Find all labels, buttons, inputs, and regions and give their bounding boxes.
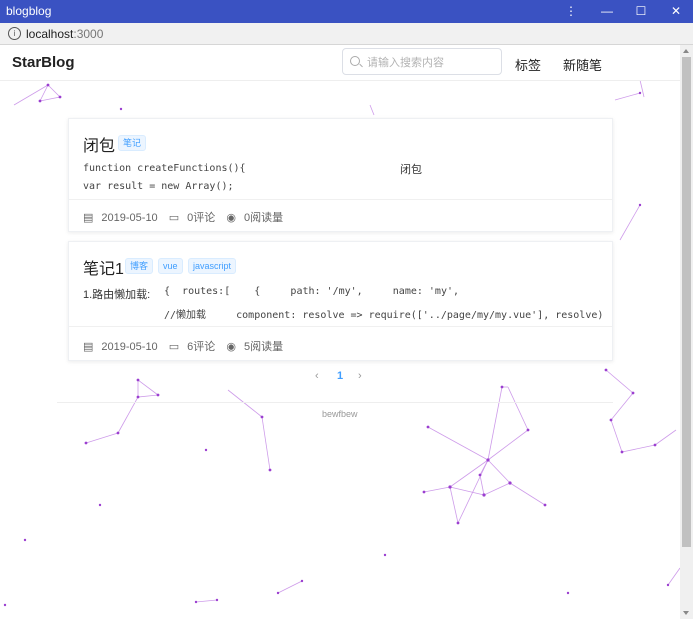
nav-new-post-link[interactable]: 新随笔 — [563, 55, 602, 74]
minimize-button[interactable]: — — [590, 0, 624, 23]
scroll-up-arrow-icon[interactable] — [683, 49, 689, 53]
post-comments: 6评论 — [187, 341, 216, 353]
pagination-next-button[interactable]: › — [358, 370, 362, 382]
calendar-icon: ▤ — [83, 212, 94, 224]
post-views: 0阅读量 — [243, 212, 284, 224]
eye-icon: ◉ — [226, 341, 236, 353]
post-excerpt-line: //懒加载 component: resolve => require(['..… — [164, 310, 604, 321]
post-meta: ▤ 2019-05-10 ▭ 0评论 ◉ 0阅读量 — [83, 209, 291, 225]
address-bar[interactable]: i localhost:3000 — [0, 23, 693, 45]
footer-divider — [57, 402, 613, 403]
scrollbar-thumb[interactable] — [682, 57, 691, 547]
post-tag[interactable]: vue — [158, 258, 183, 274]
info-icon[interactable]: i — [8, 27, 21, 40]
search-icon — [350, 56, 360, 66]
kebab-menu-icon[interactable]: ⋮ — [554, 0, 588, 23]
url-text[interactable]: localhost:3000 — [26, 27, 103, 41]
post-tag[interactable]: javascript — [188, 258, 237, 274]
footer-text: bewfbew — [322, 409, 358, 419]
site-header: StarBlog 标签 新随笔 — [0, 45, 680, 81]
pagination-prev-button[interactable]: ‹ — [315, 370, 319, 382]
close-button[interactable]: ✕ — [659, 0, 693, 23]
post-meta: ▤ 2019-05-10 ▭ 6评论 ◉ 5阅读量 — [83, 338, 291, 354]
site-brand[interactable]: StarBlog — [12, 54, 75, 71]
nav-tags-link[interactable]: 标签 — [515, 55, 541, 74]
scroll-down-arrow-icon[interactable] — [683, 611, 689, 615]
page-viewport: StarBlog 标签 新随笔 闭包 笔记 function createFun… — [0, 45, 680, 619]
url-host: localhost — [26, 27, 74, 41]
post-excerpt-line: var result = new Array(); — [83, 181, 234, 192]
url-port: :3000 — [73, 27, 104, 41]
post-views: 5阅读量 — [243, 341, 284, 353]
search-box[interactable] — [342, 48, 502, 75]
post-excerpt-heading: 闭包 — [400, 164, 422, 176]
window-title: blogblog — [6, 4, 52, 18]
post-card[interactable]: 笔记1 博客 vue javascript 1.路由懒加载: { routes:… — [68, 241, 613, 361]
post-tag[interactable]: 博客 — [125, 258, 154, 274]
window-titlebar: blogblog ⋮ — ☐ ✕ — [0, 0, 693, 23]
post-comments: 0评论 — [187, 212, 216, 224]
card-divider — [69, 326, 612, 327]
maximize-button[interactable]: ☐ — [624, 0, 658, 23]
post-title[interactable]: 闭包 — [83, 132, 115, 156]
post-tag[interactable]: 笔记 — [118, 135, 147, 151]
post-excerpt-label: 1.路由懒加载: — [83, 289, 151, 301]
pagination-page-1[interactable]: 1 — [337, 370, 343, 382]
eye-icon: ◉ — [226, 212, 236, 224]
search-input[interactable] — [365, 53, 501, 73]
card-divider — [69, 199, 612, 200]
post-date: 2019-05-10 — [101, 212, 158, 224]
comment-icon: ▭ — [168, 212, 180, 224]
post-title[interactable]: 笔记1 — [83, 255, 124, 279]
post-date: 2019-05-10 — [101, 341, 158, 353]
post-card[interactable]: 闭包 笔记 function createFunctions(){ var re… — [68, 118, 613, 232]
post-excerpt-line: { routes:[ { path: '/my', name: 'my', — [164, 286, 460, 297]
post-excerpt-line: function createFunctions(){ — [83, 163, 246, 174]
comment-icon: ▭ — [168, 341, 180, 353]
calendar-icon: ▤ — [83, 341, 94, 353]
vertical-scrollbar[interactable] — [680, 45, 693, 619]
